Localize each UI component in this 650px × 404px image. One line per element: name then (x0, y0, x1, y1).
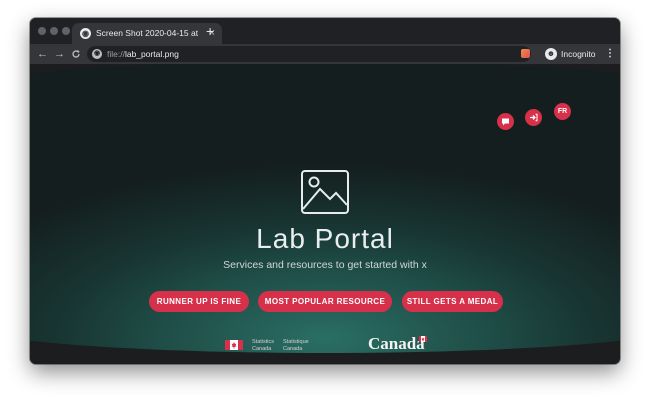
reload-icon (72, 50, 80, 58)
still-gets-a-medal-button[interactable]: STILL GETS A MEDAL (402, 291, 503, 312)
zoom-window-dot[interactable] (62, 27, 70, 35)
tab-strip: ◉ Screen Shot 2020-04-15 at 12 × + (30, 18, 620, 44)
statcan-en-line-2: Canada (252, 345, 272, 352)
page-content: FR Lab Portal Services and resources to … (30, 64, 620, 364)
page-subtitle: Services and resources to get started wi… (223, 259, 427, 271)
most-popular-resource-button[interactable]: MOST POPULAR RESOURCE (258, 291, 392, 312)
runner-up-button[interactable]: RUNNER UP IS FINE (149, 291, 249, 312)
chat-icon (502, 118, 509, 126)
canada-flag-icon (225, 340, 243, 350)
globe-icon: ◉ (80, 28, 91, 39)
extension-icon[interactable] (521, 49, 530, 58)
statcan-fr-line-2: Canada (283, 345, 303, 352)
url-path: lab_portal.png (124, 49, 179, 59)
statistique-canada-label: Statistique Canada (283, 339, 309, 352)
url-scheme: file:// (107, 49, 125, 59)
close-window-dot[interactable] (38, 27, 46, 35)
browser-toolbar: ← → ◉ file://lab_portal.png ☻ Incognito … (30, 44, 620, 64)
address-bar[interactable]: ◉ file://lab_portal.png (87, 46, 531, 62)
forward-button[interactable]: → (54, 46, 65, 62)
address-url[interactable]: file://lab_portal.png (107, 48, 179, 60)
canada-wordmark-flag-icon (419, 336, 427, 342)
sign-in-icon (530, 113, 538, 122)
statcan-fr-line-1: Statistique (283, 339, 309, 345)
sign-in-button[interactable] (525, 109, 542, 126)
browser-window: ◉ Screen Shot 2020-04-15 at 12 × + ← → ◉… (30, 18, 620, 364)
statistics-canada-label: Statistics Canada (252, 339, 274, 352)
minimize-window-dot[interactable] (50, 27, 58, 35)
canada-wordmark: Canada (368, 334, 425, 353)
image-icon (301, 170, 349, 214)
globe-icon: ◉ (92, 49, 102, 59)
profile-label: Incognito (561, 49, 596, 59)
browser-menu-button[interactable]: ⋮ (605, 46, 615, 62)
language-toggle-fr[interactable]: FR (554, 103, 571, 120)
back-button[interactable]: ← (37, 46, 48, 62)
reload-button[interactable] (71, 46, 81, 64)
tab-title: Screen Shot 2020-04-15 at 12 (96, 28, 200, 38)
browser-tab[interactable]: ◉ Screen Shot 2020-04-15 at 12 × (72, 23, 222, 44)
page-title: Lab Portal (256, 223, 394, 254)
new-tab-button[interactable]: + (206, 22, 214, 40)
chat-button[interactable] (497, 113, 514, 130)
statcan-en-line-1: Statistics (252, 339, 275, 345)
incognito-icon: ☻ (545, 48, 557, 60)
